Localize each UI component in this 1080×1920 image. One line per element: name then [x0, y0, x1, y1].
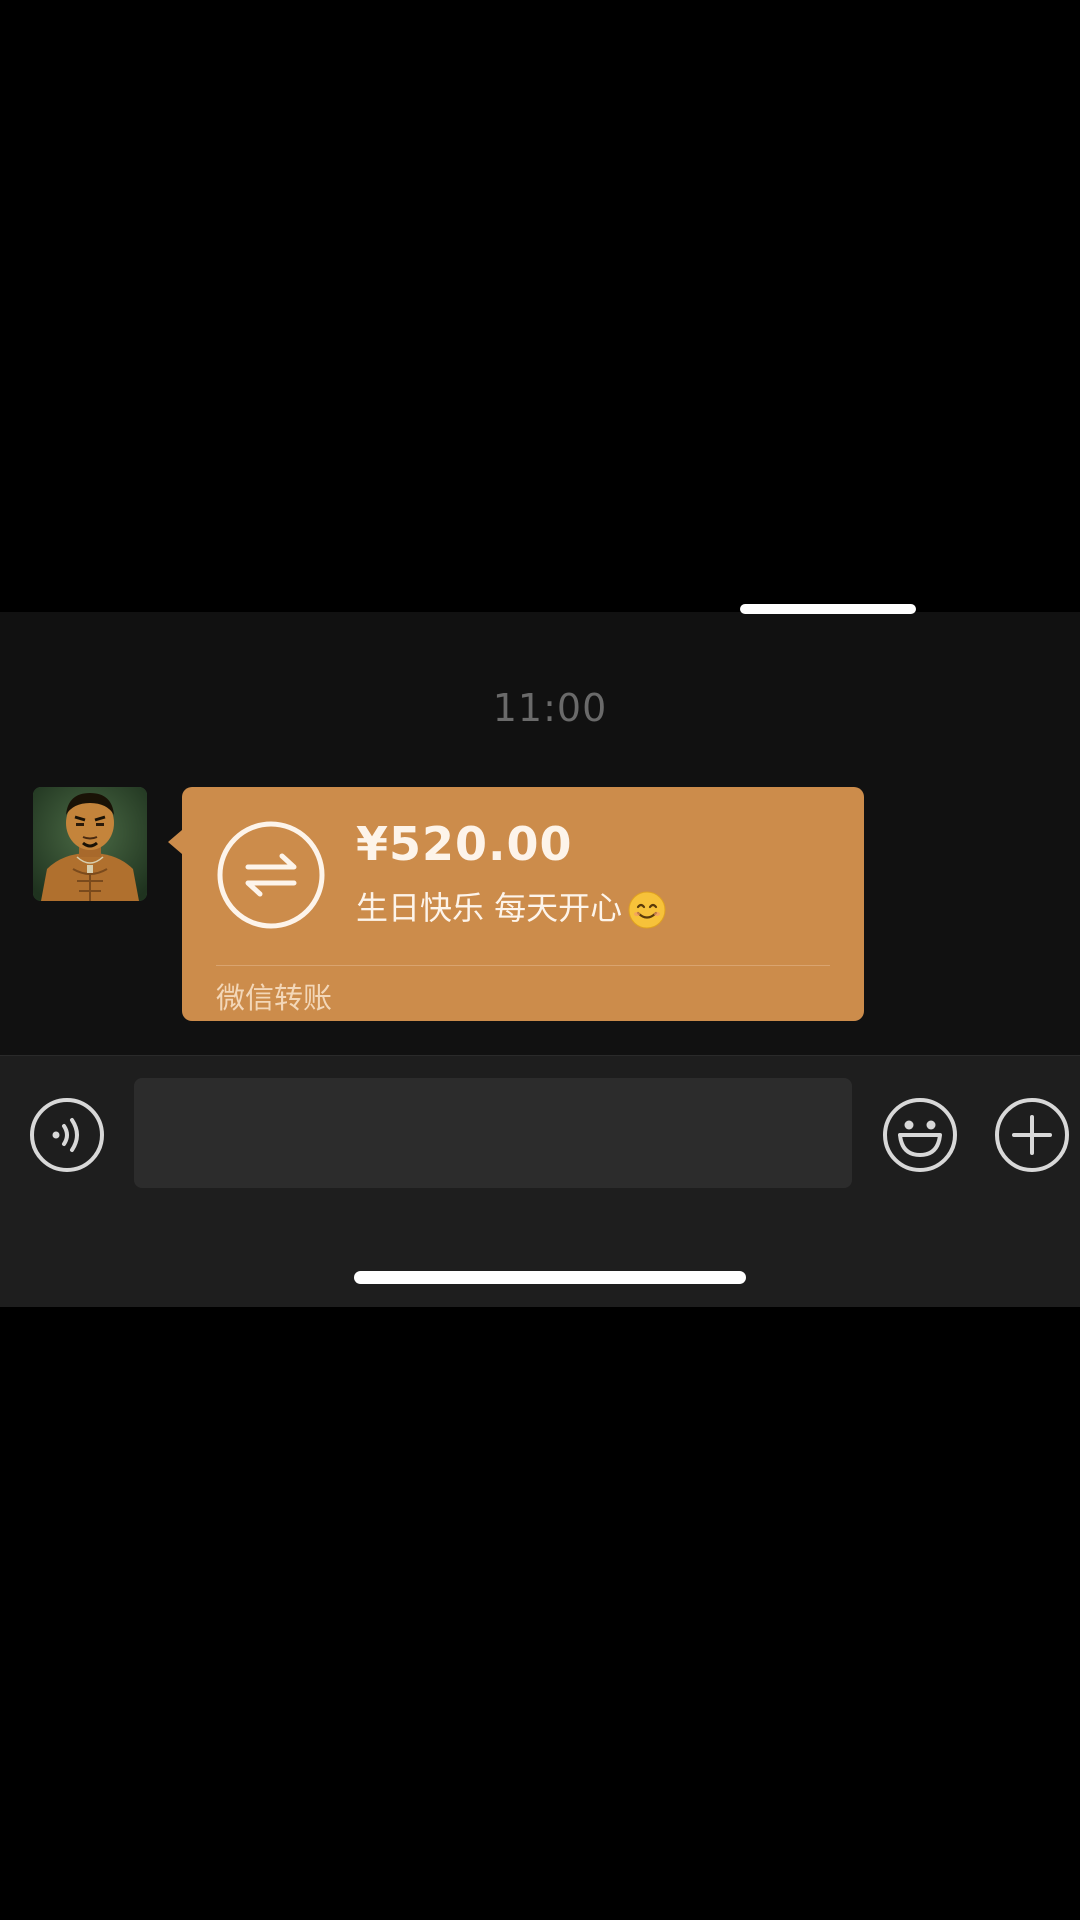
transfer-arrows-icon	[217, 821, 325, 929]
input-bar	[0, 1055, 1080, 1308]
letterbox-top	[0, 0, 1080, 612]
screen: 11:00 ¥520.00 生日快乐 每天开心 微信转账	[0, 0, 1080, 1920]
top-pill	[740, 604, 916, 614]
transfer-source-label: 微信转账	[216, 981, 333, 1015]
smiling-face-icon	[628, 891, 666, 929]
sender-avatar[interactable]	[33, 787, 147, 901]
plus-icon[interactable]	[994, 1097, 1070, 1173]
transfer-message-bubble[interactable]: ¥520.00 生日快乐 每天开心 微信转账	[182, 787, 864, 1021]
letterbox-bottom	[0, 1307, 1080, 1920]
home-indicator[interactable]	[354, 1271, 746, 1284]
message-timestamp: 11:00	[492, 686, 608, 730]
avatar-image	[33, 787, 147, 901]
voice-input-icon[interactable]	[29, 1097, 105, 1173]
bubble-tail	[168, 830, 182, 854]
emoji-icon[interactable]	[882, 1097, 958, 1173]
message-input[interactable]	[134, 1078, 852, 1188]
transfer-note: 生日快乐 每天开心	[356, 883, 666, 929]
bubble-divider	[216, 965, 830, 966]
transfer-amount: ¥520.00	[356, 817, 573, 871]
transfer-note-text: 生日快乐 每天开心	[356, 889, 623, 927]
